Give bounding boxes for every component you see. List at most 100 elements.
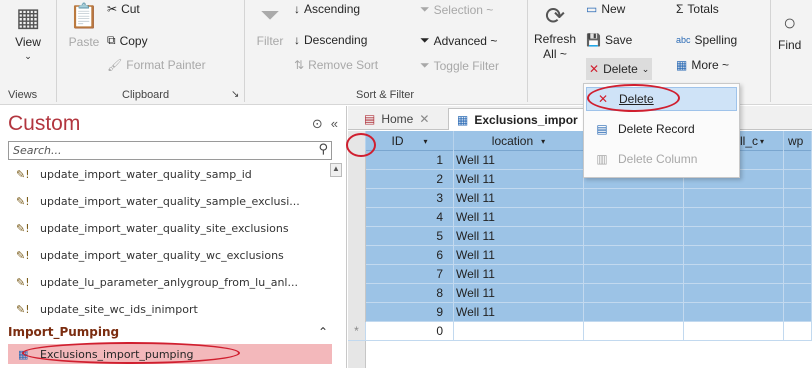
scrollbar-up-arrow[interactable]: ▲ <box>330 163 342 177</box>
data-cell[interactable] <box>684 303 784 322</box>
refresh-all-button[interactable]: ⟳ Refresh All ~ <box>533 2 577 61</box>
data-cell[interactable] <box>684 227 784 246</box>
nav-item-query[interactable]: ✎! update_lu_parameter_anlygroup_from_lu… <box>8 272 324 292</box>
id-cell[interactable]: 2 <box>366 170 454 189</box>
data-cell[interactable] <box>784 189 812 208</box>
remove-sort-button[interactable]: ⇅ Remove Sort <box>294 58 378 72</box>
column-header-id[interactable]: ID ▾ <box>366 131 454 151</box>
location-cell[interactable]: Well 11 <box>454 189 584 208</box>
nav-item-query[interactable]: ✎! update_import_water_quality_samp_id <box>8 164 324 184</box>
shutter-bar-collapse-icon[interactable]: « <box>331 116 338 132</box>
data-cell[interactable] <box>584 227 684 246</box>
dialog-launcher-icon[interactable]: ↘ <box>231 89 239 100</box>
menu-item-delete-record[interactable]: ▤ Delete Record <box>586 117 737 141</box>
dropdown-arrow-icon[interactable]: ▾ <box>760 137 764 146</box>
data-cell[interactable] <box>584 265 684 284</box>
search-icon[interactable]: ⚲ <box>318 142 328 157</box>
data-cell[interactable] <box>684 189 784 208</box>
data-cell[interactable] <box>684 265 784 284</box>
location-cell[interactable]: Well 11 <box>454 208 584 227</box>
save-record-button[interactable]: 💾 Save <box>586 33 632 47</box>
location-cell[interactable]: Well 11 <box>454 151 584 170</box>
location-cell[interactable] <box>454 322 584 341</box>
nav-item-query[interactable]: ✎! update_site_wc_ids_inimport <box>8 299 324 319</box>
selection-button[interactable]: ⏷ Selection ~ <box>420 2 493 17</box>
table-row[interactable]: 9 Well 11 <box>366 303 812 322</box>
format-painter-button[interactable]: 🖌 Format Painter <box>107 58 206 72</box>
location-cell[interactable]: Well 11 <box>454 227 584 246</box>
table-row[interactable]: 5 Well 11 <box>366 227 812 246</box>
menu-item-delete-column[interactable]: ▥ Delete Column <box>586 147 737 171</box>
table-row[interactable]: 4 Well 11 <box>366 208 812 227</box>
nav-group-header[interactable]: Import_Pumping ⌃ <box>8 325 332 343</box>
id-cell[interactable]: 1 <box>366 151 454 170</box>
data-cell[interactable] <box>784 208 812 227</box>
data-cell[interactable] <box>584 246 684 265</box>
nav-search-input[interactable]: Search... ⚲ <box>8 141 332 160</box>
toggle-filter-button[interactable]: ⏷ Toggle Filter <box>420 58 499 73</box>
descending-button[interactable]: ↓ Descending <box>294 33 367 47</box>
nav-item-query[interactable]: ✎! update_import_water_quality_sample_ex… <box>8 191 324 211</box>
filter-button[interactable]: ⏷ Filter <box>252 2 288 48</box>
data-cell[interactable] <box>784 246 812 265</box>
data-cell[interactable] <box>584 303 684 322</box>
data-cell[interactable] <box>784 322 812 341</box>
more-button[interactable]: ▦ More ~ <box>676 58 729 72</box>
collapse-chevron-icon[interactable]: ⌃ <box>318 325 328 339</box>
copy-button[interactable]: ⧉ Copy <box>107 33 148 48</box>
data-cell[interactable] <box>784 265 812 284</box>
cut-button[interactable]: ✂ Cut <box>107 2 140 16</box>
id-cell[interactable]: 6 <box>366 246 454 265</box>
new-record-row[interactable]: * 0 <box>348 322 812 341</box>
nav-menu-chevron-icon[interactable]: ⊙ <box>312 116 323 132</box>
id-cell[interactable]: 0 <box>366 322 454 341</box>
tab-exclusions-import[interactable]: ▦ Exclusions_impor <box>448 108 587 130</box>
find-button[interactable]: ○ Find <box>778 10 801 52</box>
location-cell[interactable]: Well 11 <box>454 246 584 265</box>
data-cell[interactable] <box>684 322 784 341</box>
ascending-button[interactable]: ↓ Ascending <box>294 2 360 16</box>
table-row[interactable]: 8 Well 11 <box>366 284 812 303</box>
paste-button[interactable]: 📋 Paste <box>64 2 104 49</box>
close-icon[interactable]: ✕ <box>419 112 429 126</box>
view-button[interactable]: ▦ View ⌄ <box>10 2 46 62</box>
column-header-wp[interactable]: wp <box>784 131 812 151</box>
id-cell[interactable]: 3 <box>366 189 454 208</box>
id-cell[interactable]: 8 <box>366 284 454 303</box>
totals-button[interactable]: Σ Totals <box>676 2 719 16</box>
data-cell[interactable] <box>584 189 684 208</box>
data-cell[interactable] <box>784 284 812 303</box>
nav-pane-title[interactable]: Custom <box>8 112 80 136</box>
data-cell[interactable] <box>784 151 812 170</box>
data-cell[interactable] <box>784 170 812 189</box>
data-cell[interactable] <box>784 303 812 322</box>
column-header-location[interactable]: location ▾ <box>454 131 584 151</box>
table-row[interactable]: 6 Well 11 <box>366 246 812 265</box>
data-cell[interactable] <box>584 322 684 341</box>
data-cell[interactable] <box>584 284 684 303</box>
data-cell[interactable] <box>584 208 684 227</box>
dropdown-arrow-icon[interactable]: ▾ <box>541 137 545 146</box>
id-cell[interactable]: 4 <box>366 208 454 227</box>
id-cell[interactable]: 7 <box>366 265 454 284</box>
location-cell[interactable]: Well 11 <box>454 265 584 284</box>
nav-item-query[interactable]: ✎! update_import_water_quality_site_excl… <box>8 218 324 238</box>
delete-dropdown-button[interactable]: ✕ Delete ⌄ <box>586 58 653 80</box>
table-row[interactable]: 3 Well 11 <box>366 189 812 208</box>
advanced-button[interactable]: ⏷ Advanced ~ <box>420 33 497 48</box>
table-row[interactable]: 7 Well 11 <box>366 265 812 284</box>
data-cell[interactable] <box>684 208 784 227</box>
location-cell[interactable]: Well 11 <box>454 170 584 189</box>
id-cell[interactable]: 5 <box>366 227 454 246</box>
id-cell[interactable]: 9 <box>366 303 454 322</box>
data-cell[interactable] <box>684 246 784 265</box>
nav-item-query[interactable]: ✎! update_import_water_quality_wc_exclus… <box>8 245 324 265</box>
location-cell[interactable]: Well 11 <box>454 284 584 303</box>
data-cell[interactable] <box>784 227 812 246</box>
location-cell[interactable]: Well 11 <box>454 303 584 322</box>
new-record-button[interactable]: ▭ New <box>586 2 625 16</box>
dropdown-arrow-icon[interactable]: ▾ <box>423 137 427 146</box>
spelling-button[interactable]: abc Spelling <box>676 33 737 47</box>
data-cell[interactable] <box>684 284 784 303</box>
tab-home[interactable]: ▤ Home ✕ <box>356 108 437 130</box>
